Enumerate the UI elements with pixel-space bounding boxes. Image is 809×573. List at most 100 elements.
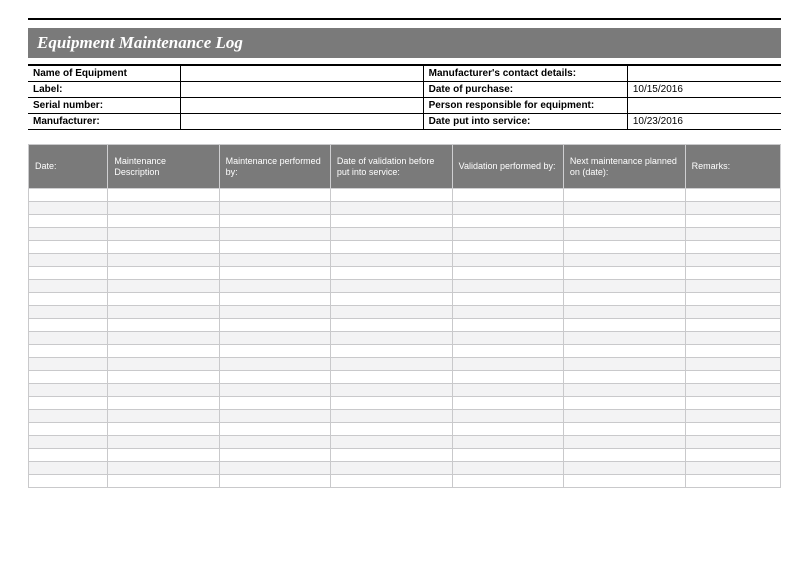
table-cell[interactable]: [453, 371, 564, 384]
table-cell[interactable]: [686, 332, 781, 345]
table-cell[interactable]: [453, 345, 564, 358]
table-cell[interactable]: [331, 410, 453, 423]
table-cell[interactable]: [29, 280, 108, 293]
table-cell[interactable]: [564, 189, 686, 202]
table-cell[interactable]: [331, 254, 453, 267]
table-cell[interactable]: [108, 397, 219, 410]
table-cell[interactable]: [686, 449, 781, 462]
table-cell[interactable]: [453, 410, 564, 423]
table-cell[interactable]: [220, 332, 331, 345]
table-cell[interactable]: [29, 319, 108, 332]
table-cell[interactable]: [220, 280, 331, 293]
table-cell[interactable]: [564, 267, 686, 280]
table-cell[interactable]: [220, 345, 331, 358]
table-cell[interactable]: [564, 462, 686, 475]
table-cell[interactable]: [29, 241, 108, 254]
table-cell[interactable]: [220, 267, 331, 280]
table-cell[interactable]: [564, 423, 686, 436]
table-cell[interactable]: [453, 215, 564, 228]
table-cell[interactable]: [686, 306, 781, 319]
table-cell[interactable]: [108, 280, 219, 293]
table-cell[interactable]: [108, 449, 219, 462]
table-cell[interactable]: [331, 306, 453, 319]
table-cell[interactable]: [686, 384, 781, 397]
table-cell[interactable]: [29, 397, 108, 410]
table-cell[interactable]: [686, 358, 781, 371]
table-cell[interactable]: [564, 384, 686, 397]
table-cell[interactable]: [564, 358, 686, 371]
table-cell[interactable]: [29, 267, 108, 280]
table-cell[interactable]: [220, 423, 331, 436]
table-cell[interactable]: [220, 371, 331, 384]
table-cell[interactable]: [453, 189, 564, 202]
table-cell[interactable]: [331, 371, 453, 384]
value-date-of-purchase[interactable]: 10/15/2016: [628, 82, 781, 98]
table-cell[interactable]: [686, 228, 781, 241]
table-cell[interactable]: [29, 371, 108, 384]
table-cell[interactable]: [686, 371, 781, 384]
table-cell[interactable]: [108, 202, 219, 215]
table-cell[interactable]: [686, 241, 781, 254]
table-cell[interactable]: [453, 384, 564, 397]
table-cell[interactable]: [686, 462, 781, 475]
table-cell[interactable]: [331, 189, 453, 202]
table-cell[interactable]: [453, 397, 564, 410]
table-cell[interactable]: [453, 475, 564, 488]
table-cell[interactable]: [453, 332, 564, 345]
table-cell[interactable]: [108, 345, 219, 358]
table-cell[interactable]: [220, 202, 331, 215]
table-cell[interactable]: [564, 228, 686, 241]
table-cell[interactable]: [29, 215, 108, 228]
value-label[interactable]: [181, 82, 424, 98]
table-cell[interactable]: [331, 267, 453, 280]
table-cell[interactable]: [564, 293, 686, 306]
table-cell[interactable]: [453, 267, 564, 280]
table-cell[interactable]: [331, 202, 453, 215]
table-cell[interactable]: [108, 189, 219, 202]
table-cell[interactable]: [220, 436, 331, 449]
table-cell[interactable]: [29, 423, 108, 436]
table-cell[interactable]: [686, 202, 781, 215]
table-cell[interactable]: [331, 462, 453, 475]
table-cell[interactable]: [108, 475, 219, 488]
table-cell[interactable]: [686, 397, 781, 410]
table-cell[interactable]: [220, 358, 331, 371]
table-cell[interactable]: [453, 319, 564, 332]
table-cell[interactable]: [686, 319, 781, 332]
table-cell[interactable]: [564, 397, 686, 410]
table-cell[interactable]: [331, 332, 453, 345]
table-cell[interactable]: [29, 410, 108, 423]
table-cell[interactable]: [108, 228, 219, 241]
table-cell[interactable]: [108, 254, 219, 267]
value-manufacturer[interactable]: [181, 114, 424, 130]
table-cell[interactable]: [220, 293, 331, 306]
table-cell[interactable]: [29, 358, 108, 371]
table-cell[interactable]: [108, 267, 219, 280]
table-cell[interactable]: [453, 293, 564, 306]
table-cell[interactable]: [220, 241, 331, 254]
table-cell[interactable]: [453, 436, 564, 449]
table-cell[interactable]: [564, 332, 686, 345]
table-cell[interactable]: [564, 345, 686, 358]
table-cell[interactable]: [686, 423, 781, 436]
table-cell[interactable]: [564, 306, 686, 319]
table-cell[interactable]: [220, 189, 331, 202]
table-cell[interactable]: [331, 449, 453, 462]
table-cell[interactable]: [686, 267, 781, 280]
table-cell[interactable]: [29, 202, 108, 215]
table-cell[interactable]: [686, 345, 781, 358]
table-cell[interactable]: [29, 332, 108, 345]
table-cell[interactable]: [331, 280, 453, 293]
table-cell[interactable]: [220, 215, 331, 228]
table-cell[interactable]: [686, 254, 781, 267]
table-cell[interactable]: [331, 397, 453, 410]
table-cell[interactable]: [331, 436, 453, 449]
table-cell[interactable]: [29, 449, 108, 462]
table-cell[interactable]: [686, 189, 781, 202]
table-cell[interactable]: [29, 462, 108, 475]
table-cell[interactable]: [29, 345, 108, 358]
table-cell[interactable]: [220, 384, 331, 397]
table-cell[interactable]: [564, 436, 686, 449]
table-cell[interactable]: [453, 358, 564, 371]
table-cell[interactable]: [331, 358, 453, 371]
